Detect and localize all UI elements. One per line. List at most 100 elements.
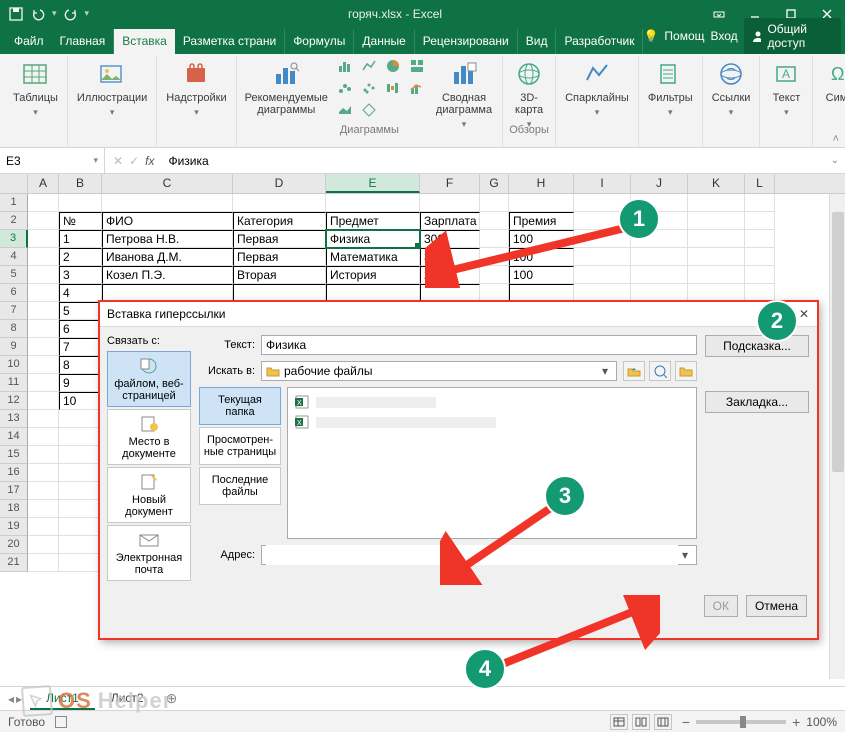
col-H[interactable]: H — [509, 174, 574, 193]
linktype-email[interactable]: Электронная почта — [107, 525, 191, 581]
cell[interactable] — [574, 212, 631, 230]
cell[interactable] — [28, 392, 59, 410]
row-header[interactable]: 10 — [0, 356, 28, 374]
chevron-down-icon[interactable]: ▾ — [598, 364, 612, 378]
cell[interactable]: Премия — [509, 212, 574, 230]
row-header[interactable]: 3 — [0, 230, 28, 248]
cell[interactable]: 8 — [59, 356, 102, 374]
cell[interactable]: 6 — [59, 320, 102, 338]
cell[interactable] — [28, 536, 59, 554]
cell[interactable] — [480, 194, 509, 212]
cell[interactable] — [28, 410, 59, 428]
up-folder-button[interactable] — [623, 361, 645, 381]
cell[interactable]: Категория — [233, 212, 326, 230]
cell[interactable]: Иванова Д.М. — [102, 248, 233, 266]
dialog-close-icon[interactable]: ✕ — [799, 307, 809, 321]
links-button[interactable]: Ссылки▾ — [709, 56, 754, 120]
cell[interactable] — [59, 428, 102, 446]
row-header[interactable]: 6 — [0, 284, 28, 302]
linktype-place[interactable]: Место в документе — [107, 409, 191, 465]
bar-chart-icon[interactable] — [334, 56, 356, 76]
scatter-chart-icon[interactable] — [358, 78, 380, 98]
cell[interactable] — [688, 230, 745, 248]
cell[interactable]: 1 — [59, 230, 102, 248]
formula-input[interactable]: Физика — [162, 154, 824, 168]
cell[interactable]: Вторая — [233, 266, 326, 284]
cell[interactable]: Первая — [233, 248, 326, 266]
cell[interactable]: 7 — [59, 338, 102, 356]
list-item[interactable]: X — [292, 392, 692, 412]
col-A[interactable]: A — [28, 174, 59, 193]
cell[interactable] — [59, 518, 102, 536]
combo-chart-icon[interactable] — [406, 78, 428, 98]
cell[interactable]: Зарплата — [420, 212, 480, 230]
cell[interactable] — [233, 194, 326, 212]
cell[interactable] — [28, 518, 59, 536]
tab-insert[interactable]: Вставка — [114, 29, 175, 54]
ribbon-collapse-icon[interactable]: ˄ — [833, 133, 839, 145]
row-header[interactable]: 7 — [0, 302, 28, 320]
tooltip-button[interactable]: Подсказка... — [705, 335, 809, 357]
vertical-scrollbar[interactable] — [829, 194, 845, 679]
cell[interactable] — [480, 230, 509, 248]
cell[interactable] — [480, 266, 509, 284]
chevron-down-icon[interactable]: ▾ — [93, 155, 98, 166]
macro-record-icon[interactable] — [55, 716, 67, 728]
cell[interactable]: Математика — [326, 248, 420, 266]
nav-current-folder[interactable]: Текущая папка — [199, 387, 281, 425]
share-button[interactable]: Общий доступ — [744, 18, 841, 54]
cell[interactable]: 100 — [509, 248, 574, 266]
row-header[interactable]: 13 — [0, 410, 28, 428]
page-layout-view-icon[interactable] — [632, 714, 650, 730]
cell[interactable] — [28, 500, 59, 518]
address-field[interactable] — [266, 545, 678, 565]
dialog-help-icon[interactable]: ? — [782, 307, 789, 321]
text-input[interactable] — [261, 335, 697, 355]
cell[interactable] — [688, 212, 745, 230]
file-list[interactable]: X X — [287, 387, 697, 539]
cell[interactable]: 100 — [509, 230, 574, 248]
cell[interactable] — [509, 194, 574, 212]
list-item[interactable]: X — [292, 412, 692, 432]
sign-in-label[interactable]: Вход — [711, 29, 738, 43]
browse-web-button[interactable] — [649, 361, 671, 381]
cell[interactable] — [28, 374, 59, 392]
col-K[interactable]: K — [688, 174, 745, 193]
cell[interactable] — [574, 230, 631, 248]
cell[interactable]: 300 — [420, 248, 480, 266]
linktype-newdoc[interactable]: Новый документ — [107, 467, 191, 523]
cell[interactable] — [631, 266, 688, 284]
cell[interactable] — [745, 266, 775, 284]
browse-file-button[interactable] — [675, 361, 697, 381]
tables-button[interactable]: Таблицы▾ — [10, 56, 61, 120]
cell[interactable] — [574, 266, 631, 284]
row-header[interactable]: 21 — [0, 554, 28, 572]
cell[interactable] — [59, 446, 102, 464]
col-L[interactable]: L — [745, 174, 775, 193]
row-header[interactable]: 16 — [0, 464, 28, 482]
zoom-in-icon[interactable]: + — [792, 714, 800, 730]
tab-developer[interactable]: Разработчик — [556, 29, 643, 54]
cell[interactable] — [102, 194, 233, 212]
zoom-out-icon[interactable]: − — [682, 714, 690, 730]
cell[interactable] — [574, 248, 631, 266]
bookmark-button[interactable]: Закладка... — [705, 391, 809, 413]
symbols-button[interactable]: Ω Симв — [819, 56, 845, 106]
cell[interactable] — [28, 194, 59, 212]
row-header[interactable]: 17 — [0, 482, 28, 500]
cell[interactable]: 4 — [59, 284, 102, 302]
lookin-combo[interactable]: рабочие файлы ▾ — [261, 361, 617, 381]
address-input[interactable]: ▾ — [261, 545, 697, 565]
cell[interactable] — [59, 410, 102, 428]
cell[interactable] — [28, 266, 59, 284]
cell[interactable] — [688, 266, 745, 284]
cell[interactable] — [28, 248, 59, 266]
linktype-file-web[interactable]: файлом, веб-страницей — [107, 351, 191, 407]
cell[interactable] — [28, 338, 59, 356]
cell[interactable] — [59, 554, 102, 572]
ok-button[interactable]: ОК — [704, 595, 738, 617]
row-header[interactable]: 4 — [0, 248, 28, 266]
cell[interactable] — [28, 284, 59, 302]
cell[interactable] — [28, 482, 59, 500]
text-button[interactable]: A Текст▾ — [766, 56, 806, 120]
